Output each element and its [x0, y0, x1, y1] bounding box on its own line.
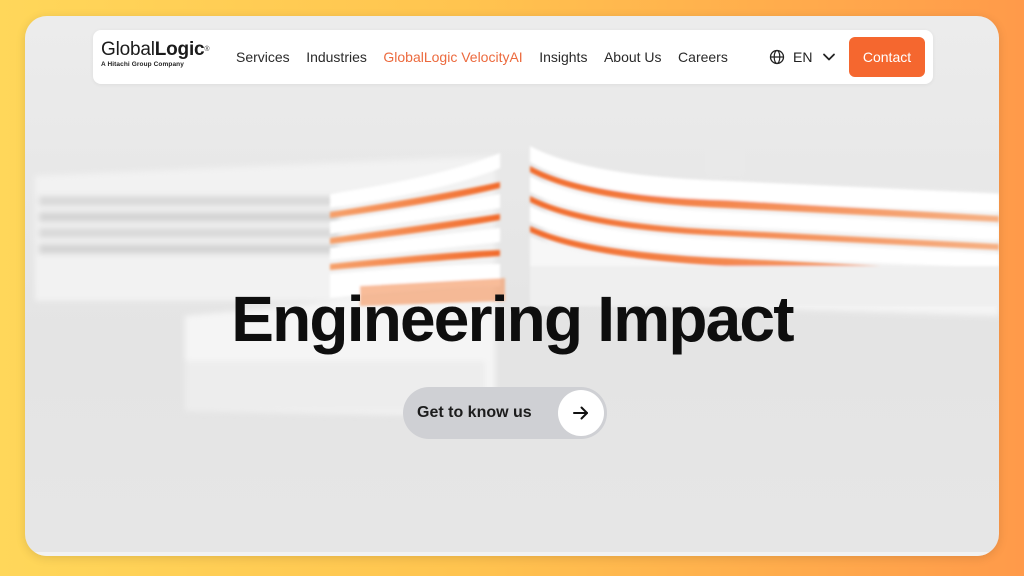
- logo-tagline: A Hitachi Group Company: [101, 61, 184, 68]
- language-label: EN: [793, 49, 813, 65]
- contact-button[interactable]: Contact: [849, 37, 925, 77]
- logo-wordmark: GlobalLogic®: [101, 39, 210, 60]
- nav-item-velocityai[interactable]: GlobalLogic VelocityAI: [383, 49, 522, 65]
- nav-item-careers[interactable]: Careers: [678, 49, 728, 65]
- nav-item-services[interactable]: Services: [236, 49, 290, 65]
- hero-headline: Engineering Impact: [231, 283, 794, 355]
- arrow-right-icon: [558, 390, 604, 436]
- nav-item-insights[interactable]: Insights: [539, 49, 587, 65]
- nav-item-industries[interactable]: Industries: [306, 49, 367, 65]
- language-selector[interactable]: EN: [769, 30, 836, 84]
- main-menu: Services Industries GlobalLogic Velocity…: [236, 30, 744, 84]
- page-bottom-edge: [25, 552, 999, 556]
- browser-frame: GlobalLogic® A Hitachi Group Company Ser…: [25, 16, 999, 556]
- globe-icon: [769, 49, 785, 65]
- globallogic-logo[interactable]: GlobalLogic® A Hitachi Group Company: [101, 40, 231, 74]
- top-navigation: GlobalLogic® A Hitachi Group Company Ser…: [93, 30, 933, 84]
- chevron-down-icon: [823, 53, 836, 61]
- nav-item-about-us[interactable]: About Us: [604, 49, 662, 65]
- get-to-know-us-button[interactable]: Get to know us: [403, 387, 607, 439]
- cta-label: Get to know us: [417, 404, 532, 421]
